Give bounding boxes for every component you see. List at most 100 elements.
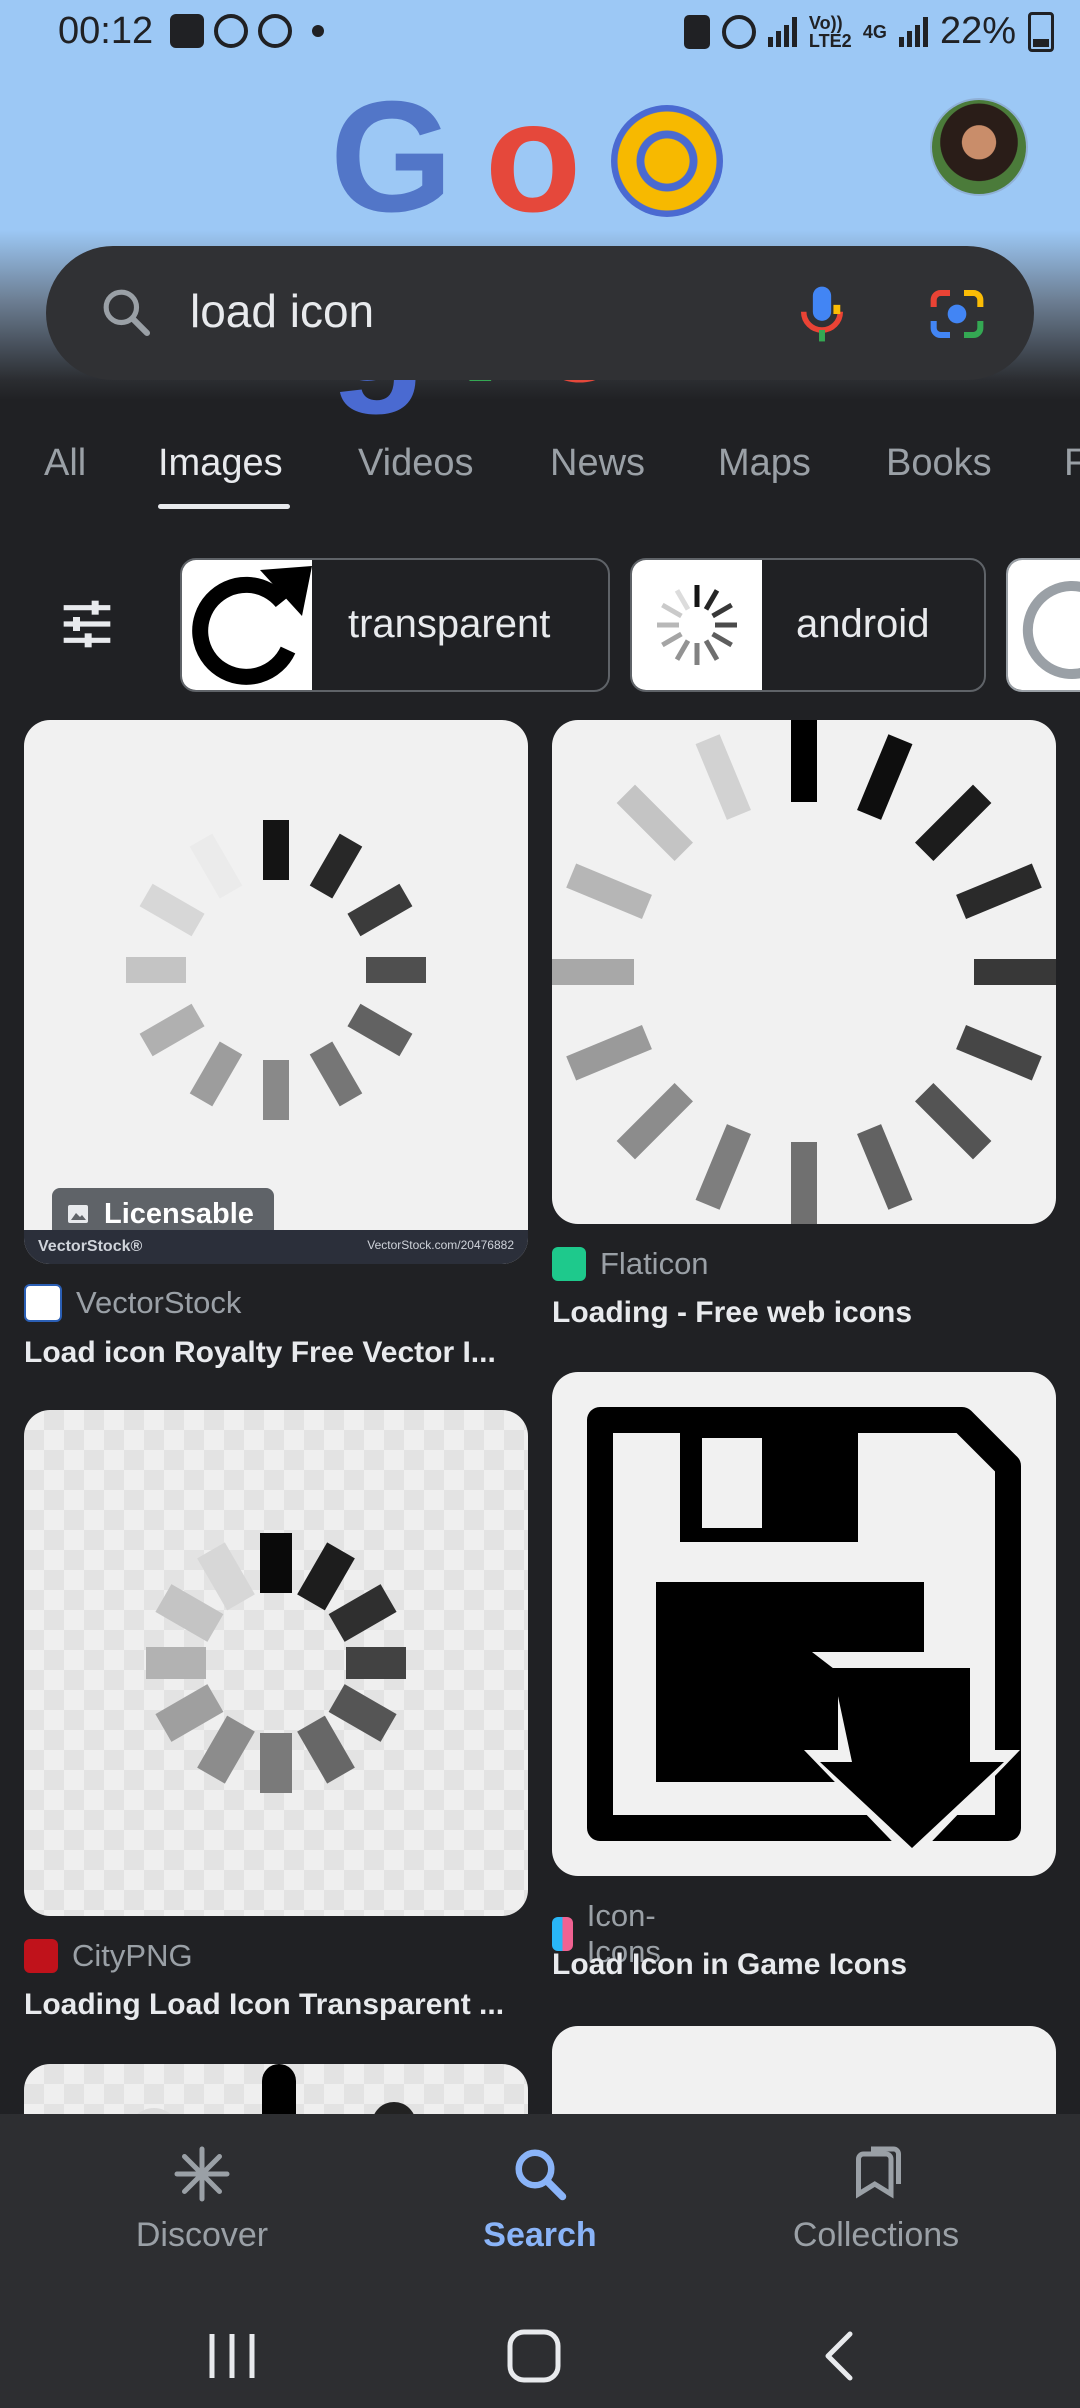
result-image[interactable]	[552, 720, 1056, 1224]
chip-label: android	[796, 602, 930, 646]
whatsapp-icon	[214, 14, 248, 48]
refresh-icon	[1022, 581, 1080, 680]
tab-more[interactable]: F	[1064, 442, 1080, 485]
collections-icon	[856, 2146, 901, 2199]
spinner-segment	[297, 1715, 355, 1784]
result-image[interactable]	[552, 1372, 1056, 1876]
nav-collections[interactable]: Collections	[746, 2144, 1006, 2255]
citypng-favicon	[24, 1939, 58, 1973]
result-image[interactable]: Licensable VectorStock® VectorStock.com/…	[24, 720, 528, 1264]
filter-row: transparent android	[0, 556, 1080, 696]
logo-letter-g: G	[330, 69, 453, 245]
spinner-segment	[309, 1041, 363, 1107]
spinner-segment	[328, 1584, 397, 1642]
tab-videos[interactable]: Videos	[358, 442, 474, 485]
spinner-segment	[661, 631, 683, 648]
spinner-icon	[552, 720, 1056, 1224]
signal-icon	[898, 16, 928, 47]
spinner-segment	[189, 1041, 243, 1107]
watermark-bar: VectorStock® VectorStock.com/20476882	[24, 1230, 528, 1264]
soccer-ball-icon	[611, 105, 724, 217]
result-source: VectorStock	[24, 1284, 241, 1322]
spinner-segment	[616, 784, 693, 861]
watermark-right: VectorStock.com/20476882	[367, 1238, 514, 1252]
chip-thumbnail	[182, 560, 312, 690]
mic-icon[interactable]	[794, 282, 850, 346]
search-tabs: All Images Videos News Maps Books F	[0, 430, 1080, 510]
spinner-segment	[915, 784, 992, 861]
system-navigation-bar	[0, 2294, 1080, 2408]
spinner-segment	[695, 734, 751, 820]
nav-search[interactable]: Search	[410, 2144, 670, 2255]
spinner-segment	[309, 833, 363, 899]
spinner-segment	[189, 833, 243, 899]
image-icon	[68, 1205, 88, 1223]
spinner-segment	[155, 1584, 224, 1642]
search-input[interactable]: load icon	[190, 284, 374, 338]
battery-percent: 22%	[939, 10, 1016, 52]
icon-icons-favicon	[552, 1917, 573, 1951]
google-logo[interactable]: G o g l e	[330, 69, 750, 412]
refresh-icon	[192, 566, 312, 685]
tab-news[interactable]: News	[550, 442, 645, 485]
alarm-icon	[721, 14, 756, 49]
chip-more[interactable]	[1006, 558, 1080, 692]
spinner-icon	[126, 820, 426, 1120]
search-icon	[515, 2149, 567, 2201]
lens-icon[interactable]	[926, 286, 988, 342]
flaticon-favicon	[552, 1247, 586, 1281]
network-type-label: 4G	[862, 21, 887, 42]
status-time: 00:12	[58, 10, 154, 52]
asterisk-icon	[174, 2146, 230, 2202]
avatar[interactable]	[930, 98, 1028, 196]
result-source: Flaticon	[552, 1246, 709, 1282]
spinner-segment	[297, 1542, 355, 1611]
spinner-segment	[155, 1684, 224, 1742]
system-status-icons: Vo)) LTE2 4G 22%	[683, 10, 1054, 53]
spinner-segment	[347, 883, 413, 937]
search-icon	[103, 289, 151, 337]
tab-maps[interactable]: Maps	[718, 442, 811, 485]
back-icon[interactable]	[816, 2328, 860, 2384]
source-name: Flaticon	[600, 1246, 709, 1281]
chip-label: transparent	[348, 602, 551, 646]
tab-books[interactable]: Books	[886, 442, 992, 485]
tune-icon[interactable]	[58, 596, 116, 652]
spinner-segment	[139, 883, 205, 937]
more-notifications-icon	[312, 25, 324, 37]
home-icon[interactable]	[506, 2328, 562, 2384]
volte-label: Vo)) LTE2	[808, 12, 852, 51]
result-title[interactable]: Load icon Royalty Free Vector I...	[24, 1336, 496, 1370]
recent-apps-icon[interactable]	[200, 2328, 264, 2384]
result-title[interactable]: Loading Load Icon Transparent ...	[24, 1988, 504, 2022]
chip-android[interactable]: android	[630, 558, 986, 692]
spinner-segment	[915, 1083, 992, 1160]
tab-images[interactable]: Images	[158, 442, 283, 485]
result-title[interactable]: Load Icon in Game Icons	[552, 1948, 907, 1982]
spinner-segment	[328, 1684, 397, 1742]
spinner-segment	[857, 734, 913, 820]
chip-thumbnail	[632, 560, 762, 690]
vectorstock-favicon	[24, 1284, 62, 1322]
spinner-segment	[566, 863, 652, 919]
chip-transparent[interactable]: transparent	[180, 558, 610, 692]
source-name: VectorStock	[76, 1285, 242, 1320]
tab-all[interactable]: All	[44, 442, 86, 485]
nav-discover[interactable]: Discover	[72, 2144, 332, 2255]
spinner-segment	[956, 1025, 1042, 1081]
spinner-segment	[956, 863, 1042, 919]
chip-thumbnail	[1008, 560, 1080, 690]
logo-letter-o: o	[484, 69, 581, 245]
result-image[interactable]	[24, 1410, 528, 1916]
bottom-navigation: Discover Search Collections	[0, 2114, 1080, 2294]
spinner-segment	[139, 1003, 205, 1057]
spinner-segment	[197, 1715, 255, 1784]
floppy-load-icon	[587, 1407, 1021, 1862]
search-bar[interactable]: load icon	[46, 246, 1034, 380]
result-title[interactable]: Loading - Free web icons	[552, 1296, 912, 1330]
spinner-segment	[703, 639, 720, 661]
nav-label: Collections	[792, 2216, 960, 2254]
spinner-segment	[347, 1003, 413, 1057]
spinner-segment	[695, 1124, 751, 1210]
spinner-icon	[657, 585, 737, 665]
